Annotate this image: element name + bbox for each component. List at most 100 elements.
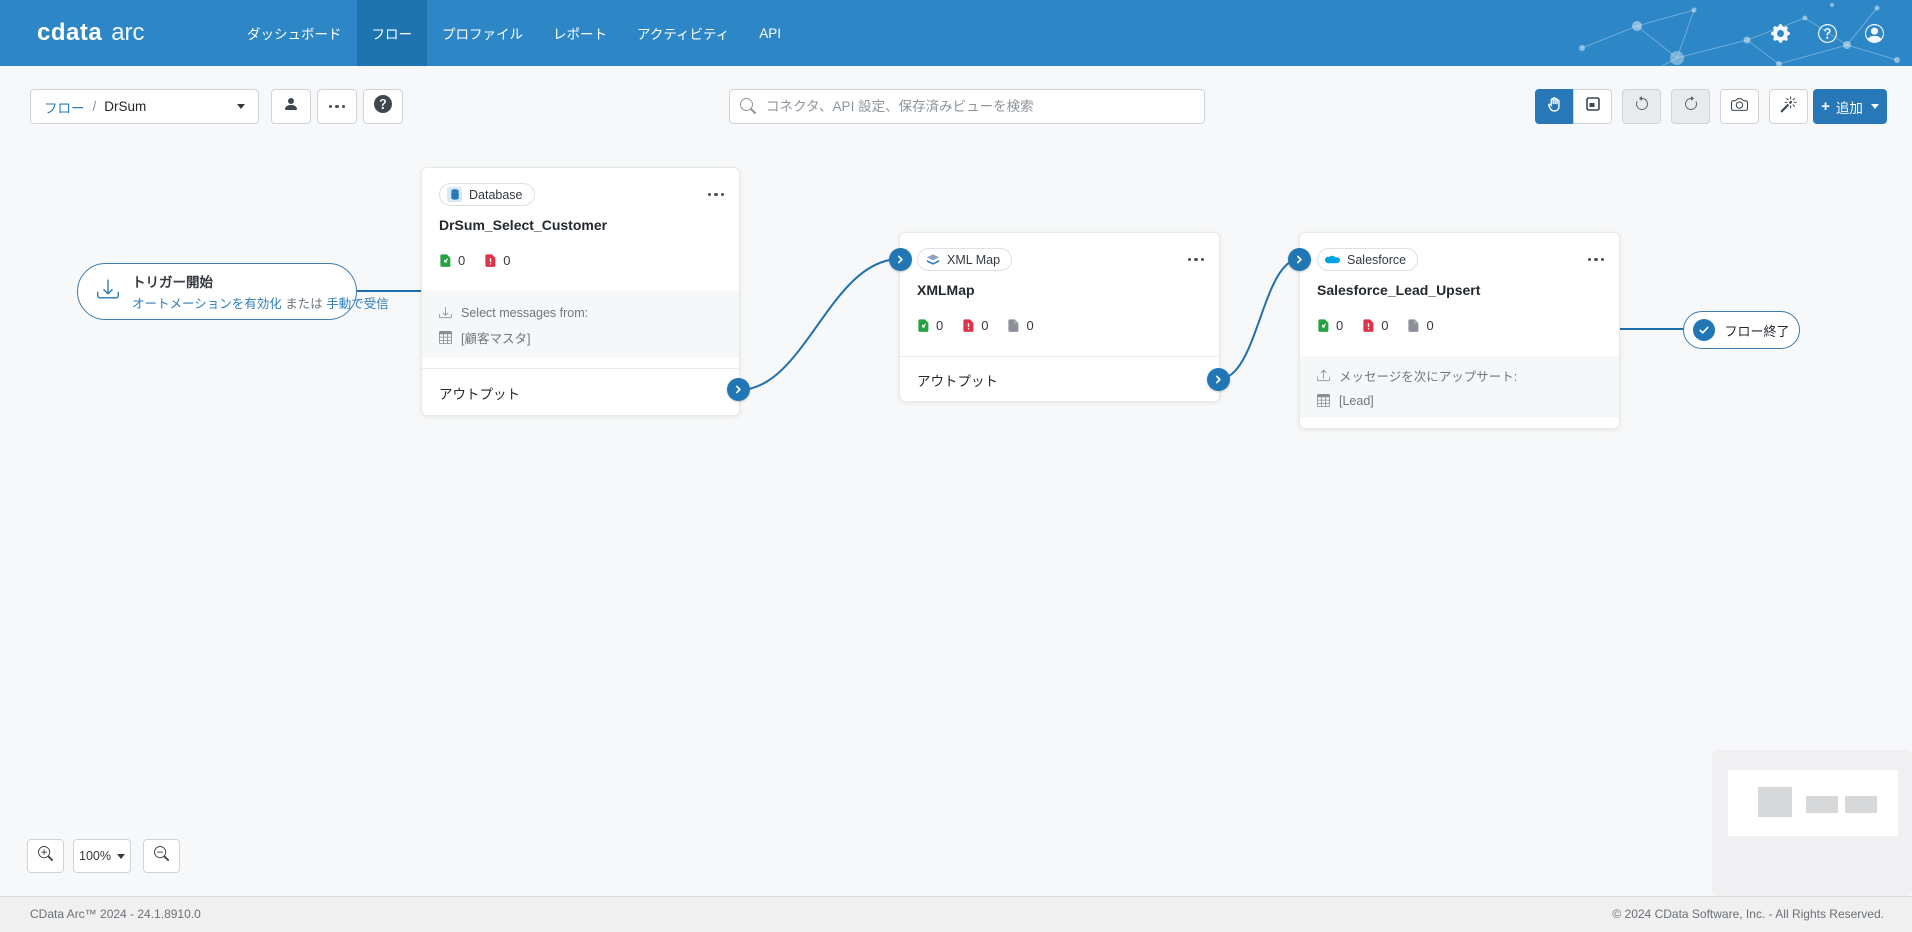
help-icon[interactable] [1817,23,1837,43]
zoom-out-button[interactable] [143,839,180,873]
output-section[interactable]: アウトプット [422,368,739,417]
add-button-label: 追加 [1836,97,1863,117]
auto-layout-wand-button[interactable] [1769,89,1808,124]
canvas-minimap[interactable] [1712,750,1912,896]
chevron-right-icon [895,254,906,265]
success-file-icon [1317,318,1330,333]
tab-profiles[interactable]: プロファイル [427,0,538,66]
breadcrumb-separator: / [93,99,97,114]
search-icon [740,98,756,114]
tab-dashboard[interactable]: ダッシュボード [232,0,357,66]
question-circle-icon [374,95,392,118]
enable-automation-link[interactable]: オートメーションを有効化 [132,297,282,311]
tab-activity[interactable]: アクティビティ [622,0,744,66]
queued-file-icon [1007,318,1020,333]
xmlmap-type-badge[interactable]: XML Map [917,248,1012,271]
magic-wand-icon [1780,96,1797,118]
badge-label: XML Map [947,253,1000,267]
input-port-salesforce[interactable] [1288,248,1311,271]
manual-receive-link[interactable]: 手動で受信 [326,297,389,311]
success-count[interactable]: 0 [917,318,943,333]
error-count[interactable]: 0 [962,318,988,333]
top-navbar: cdata arc ダッシュボード フロー プロファイル レポート アクティビテ… [0,0,1912,66]
add-connector-button[interactable]: + 追加 [1813,89,1887,124]
pan-tool-button[interactable] [1535,89,1574,124]
zoom-out-icon [154,846,169,866]
undo-button[interactable] [1622,89,1661,124]
breadcrumb-current: DrSum [104,99,146,114]
database-type-badge[interactable]: Database [439,183,535,206]
error-file-icon [484,253,497,268]
connector-card-xmlmap[interactable]: XML Map XMLMap 0 0 0 アウトプット [899,232,1220,402]
card-menu-ellipsis-icon[interactable] [1186,254,1207,266]
tab-flows[interactable]: フロー [357,0,428,66]
app-version-text: CData Arc™ 2024 - 24.1.8910.0 [30,897,201,932]
card-menu-ellipsis-icon[interactable] [706,189,727,201]
zoom-level-select[interactable]: 100% [73,839,131,873]
flow-users-button[interactable] [271,89,311,124]
salesforce-type-badge[interactable]: Salesforce [1317,248,1418,271]
flow-help-button[interactable] [363,89,403,124]
chevron-right-icon [733,384,744,395]
trigger-start-node[interactable]: トリガー開始 オートメーションを有効化 または 手動で受信 [77,263,357,320]
connector-info-panel: メッセージを次にアップサート: [Lead] [1300,356,1619,418]
queued-count[interactable]: 0 [1007,318,1033,333]
flow-more-options-button[interactable] [317,89,357,124]
person-icon [283,96,299,117]
error-count[interactable]: 0 [1362,318,1388,333]
table-icon [439,331,452,344]
output-label: アウトプット [917,370,998,390]
flow-end-node[interactable]: フロー終了 [1683,311,1800,349]
account-user-icon[interactable] [1864,23,1884,43]
breadcrumb-root[interactable]: フロー [44,97,85,117]
flow-breadcrumb-select[interactable]: フロー / DrSum [30,89,259,124]
info-line1: メッセージを次にアップサート: [1339,366,1517,385]
select-region-button[interactable] [1573,89,1612,124]
input-port-xmlmap[interactable] [889,248,912,271]
output-port-database[interactable] [727,378,750,401]
minimap-node [1845,796,1877,813]
logo-brand: cdata [37,19,102,47]
trigger-separator-text: または [285,297,323,311]
info-line2: [Lead] [1339,394,1374,408]
info-line2: [顧客マスタ] [461,328,530,347]
card-menu-ellipsis-icon[interactable] [1586,254,1607,266]
queued-file-icon [1407,318,1420,333]
tab-api[interactable]: API [744,0,796,66]
redo-button[interactable] [1671,89,1710,124]
connector-title: DrSum_Select_Customer [439,217,607,233]
cdata-arc-logo[interactable]: cdata arc [37,0,145,66]
connector-card-salesforce[interactable]: Salesforce Salesforce_Lead_Upsert 0 0 0 … [1299,232,1620,429]
output-section[interactable]: アウトプット [900,356,1219,403]
chevron-right-icon [1213,374,1224,385]
redo-icon [1683,96,1699,117]
output-port-xmlmap[interactable] [1207,368,1230,391]
salesforce-cloud-icon [1325,252,1340,267]
badge-label: Salesforce [1347,253,1406,267]
xml-map-icon [925,252,940,267]
hand-icon [1546,96,1563,118]
camera-icon [1731,96,1748,118]
tab-reports[interactable]: レポート [538,0,622,66]
minimap-node [1758,787,1792,817]
success-count[interactable]: 0 [1317,318,1343,333]
success-count[interactable]: 0 [439,253,465,268]
error-count[interactable]: 0 [484,253,510,268]
connector-info-panel: Select messages from: [顧客マスタ] [422,291,739,358]
badge-label: Database [469,188,523,202]
ellipsis-icon [327,101,348,113]
error-file-icon [962,318,975,333]
error-file-icon [1362,318,1375,333]
upload-icon [1317,369,1330,382]
caret-down-icon [117,854,125,859]
zoom-in-button[interactable] [27,839,64,873]
queued-count[interactable]: 0 [1407,318,1433,333]
plus-icon: + [1821,99,1830,114]
logo-product: arc [111,19,144,47]
connector-card-database[interactable]: Database DrSum_Select_Customer 0 0 Selec… [421,167,740,416]
snapshot-camera-button[interactable] [1720,89,1759,124]
settings-gear-icon[interactable] [1770,23,1790,43]
search-input[interactable] [729,89,1205,124]
database-icon [447,187,462,202]
check-circle-icon [1693,319,1715,341]
